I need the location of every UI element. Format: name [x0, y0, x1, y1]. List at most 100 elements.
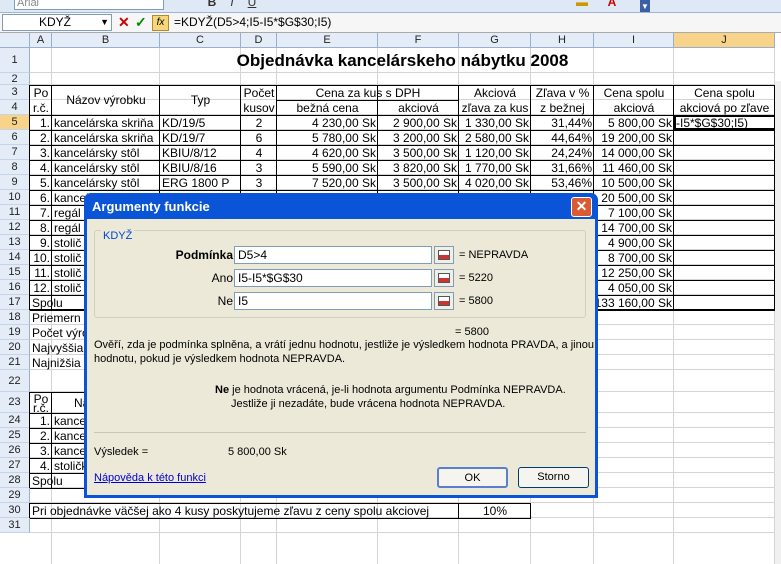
- row-header-29[interactable]: 29: [0, 488, 30, 503]
- arg-input-ano[interactable]: I5-I5*$G$30: [234, 269, 432, 287]
- chevron-down-icon[interactable]: ▼: [100, 15, 109, 30]
- formula-input[interactable]: =KDYŽ(D5>4;I5-I5*$G$30;I5): [174, 14, 331, 31]
- cell: Zľava v %: [535, 85, 590, 100]
- result-label: Výsledek =: [94, 446, 149, 458]
- arg-label-ano: Ano: [211, 271, 233, 285]
- row-header-20[interactable]: 20: [0, 340, 30, 355]
- table-cell: KD/19/5: [162, 115, 206, 130]
- table-cell: 24,24%: [551, 145, 592, 160]
- row-header-13[interactable]: 13: [0, 235, 30, 250]
- select-all-corner[interactable]: [0, 33, 30, 48]
- row-header-12[interactable]: 12: [0, 220, 30, 235]
- column-header-j[interactable]: J: [674, 33, 775, 48]
- row-header-9[interactable]: 9: [0, 175, 30, 190]
- function-description-2: hodnotu, pokud je výsledkem hodnota NEPR…: [94, 353, 346, 365]
- row-header-5[interactable]: 5: [0, 115, 30, 130]
- table-cell: 4 050,00 Sk: [607, 280, 672, 295]
- row-header-11[interactable]: 11: [0, 205, 30, 220]
- function-arguments-dialog: Argumenty funkcie ✕ KDYŽ Podmínka D5>4 =…: [84, 193, 598, 498]
- help-link[interactable]: Nápověda k této funkci: [94, 472, 206, 484]
- row-header-1[interactable]: 1: [0, 48, 30, 73]
- row-header-27[interactable]: 27: [0, 458, 30, 473]
- column-header-b[interactable]: B: [52, 33, 160, 48]
- gridline: [30, 532, 775, 533]
- italic-button[interactable]: I: [225, 0, 239, 10]
- row-header-4[interactable]: 4: [0, 100, 30, 115]
- table-cell: 4 620,00 Sk: [311, 145, 376, 160]
- table-cell: 7 100,00 Sk: [607, 205, 672, 220]
- cell: 1.: [39, 413, 50, 428]
- column-header-f[interactable]: F: [378, 33, 459, 48]
- row-header-17[interactable]: 17: [0, 295, 30, 310]
- row-header-25[interactable]: 25: [0, 428, 30, 443]
- cell: Typ: [190, 93, 211, 107]
- function-name: KDYŽ: [101, 230, 135, 242]
- column-header-c[interactable]: C: [160, 33, 241, 48]
- row-header-31[interactable]: 31: [0, 518, 30, 533]
- row-header-16[interactable]: 16: [0, 280, 30, 295]
- column-header-i[interactable]: I: [594, 33, 674, 48]
- column-header-g[interactable]: G: [459, 33, 531, 48]
- cell: Po: [33, 85, 49, 100]
- row-header-2[interactable]: 2: [0, 73, 30, 85]
- table-cell: 12 250,00 Sk: [601, 265, 672, 280]
- row-header-3[interactable]: 3: [0, 85, 30, 100]
- arg-input-ne[interactable]: I5: [234, 292, 432, 310]
- font-color-icon[interactable]: A: [605, 0, 619, 10]
- collapse-dialog-icon[interactable]: [434, 292, 454, 310]
- cancel-icon[interactable]: ✕: [118, 14, 132, 31]
- cell-border: [30, 503, 531, 504]
- table-cell: 1 770,00 Sk: [464, 160, 529, 175]
- row-header-14[interactable]: 14: [0, 250, 30, 265]
- table-cell: 14 000,00 Sk: [601, 145, 672, 160]
- cell: 133 160,00 Sk: [594, 295, 672, 310]
- row-header-30[interactable]: 30: [0, 503, 30, 518]
- row-header-10[interactable]: 10: [0, 190, 30, 205]
- name-box[interactable]: KDYŽ ▼: [2, 14, 112, 31]
- row-header-21[interactable]: 21: [0, 355, 30, 370]
- row-header-19[interactable]: 19: [0, 325, 30, 340]
- row-header-8[interactable]: 8: [0, 160, 30, 175]
- collapse-dialog-icon[interactable]: [434, 246, 454, 264]
- underline-button[interactable]: U: [245, 0, 259, 10]
- table-cell: 12.: [33, 280, 50, 295]
- row-header-26[interactable]: 26: [0, 443, 30, 458]
- cell: Cena spolu: [694, 85, 755, 100]
- arg-input-podminka[interactable]: D5>4: [234, 246, 432, 264]
- table-cell: 8 700,00 Sk: [607, 250, 672, 265]
- selected-cell[interactable]: [674, 115, 776, 130]
- cell: 10%: [482, 503, 508, 518]
- collapse-dialog-icon[interactable]: [434, 269, 454, 287]
- vertical-scrollbar[interactable]: [775, 81, 781, 564]
- table-cell: 4: [255, 145, 263, 160]
- row-header-6[interactable]: 6: [0, 130, 30, 145]
- insert-function-icon[interactable]: fx: [152, 15, 169, 31]
- table-cell: 5 800,00 Sk: [607, 115, 672, 130]
- bold-button[interactable]: B: [205, 0, 219, 10]
- arg-result-ne: = 5800: [459, 295, 493, 307]
- cell-border: [30, 518, 531, 519]
- row-header-7[interactable]: 7: [0, 145, 30, 160]
- cancel-button[interactable]: Storno: [518, 467, 589, 488]
- close-icon[interactable]: ✕: [571, 197, 592, 217]
- font-select[interactable]: Arial: [14, 0, 164, 10]
- row-header-22[interactable]: 22: [0, 370, 30, 392]
- function-description-1: Ověří, zda je podmínka splněna, a vrátí …: [94, 339, 594, 351]
- table-cell: 4 900,00 Sk: [607, 235, 672, 250]
- row-header-23[interactable]: 23: [0, 392, 30, 413]
- total-result: = 5800: [455, 326, 489, 338]
- column-header-e[interactable]: E: [277, 33, 378, 48]
- table-cell: 3 820,00 Sk: [392, 160, 457, 175]
- table-cell: 9.: [39, 235, 50, 250]
- column-header-h[interactable]: H: [531, 33, 594, 48]
- ok-button[interactable]: OK: [437, 467, 508, 488]
- row-header-28[interactable]: 28: [0, 473, 30, 488]
- row-header-18[interactable]: 18: [0, 310, 30, 325]
- fill-color-icon[interactable]: ▬: [575, 0, 589, 10]
- row-header-15[interactable]: 15: [0, 265, 30, 280]
- check-icon[interactable]: ✓: [135, 14, 149, 31]
- toolbar-options-icon[interactable]: ▼: [640, 0, 650, 12]
- column-header-a[interactable]: A: [30, 33, 52, 48]
- column-header-d[interactable]: D: [241, 33, 277, 48]
- row-header-24[interactable]: 24: [0, 413, 30, 428]
